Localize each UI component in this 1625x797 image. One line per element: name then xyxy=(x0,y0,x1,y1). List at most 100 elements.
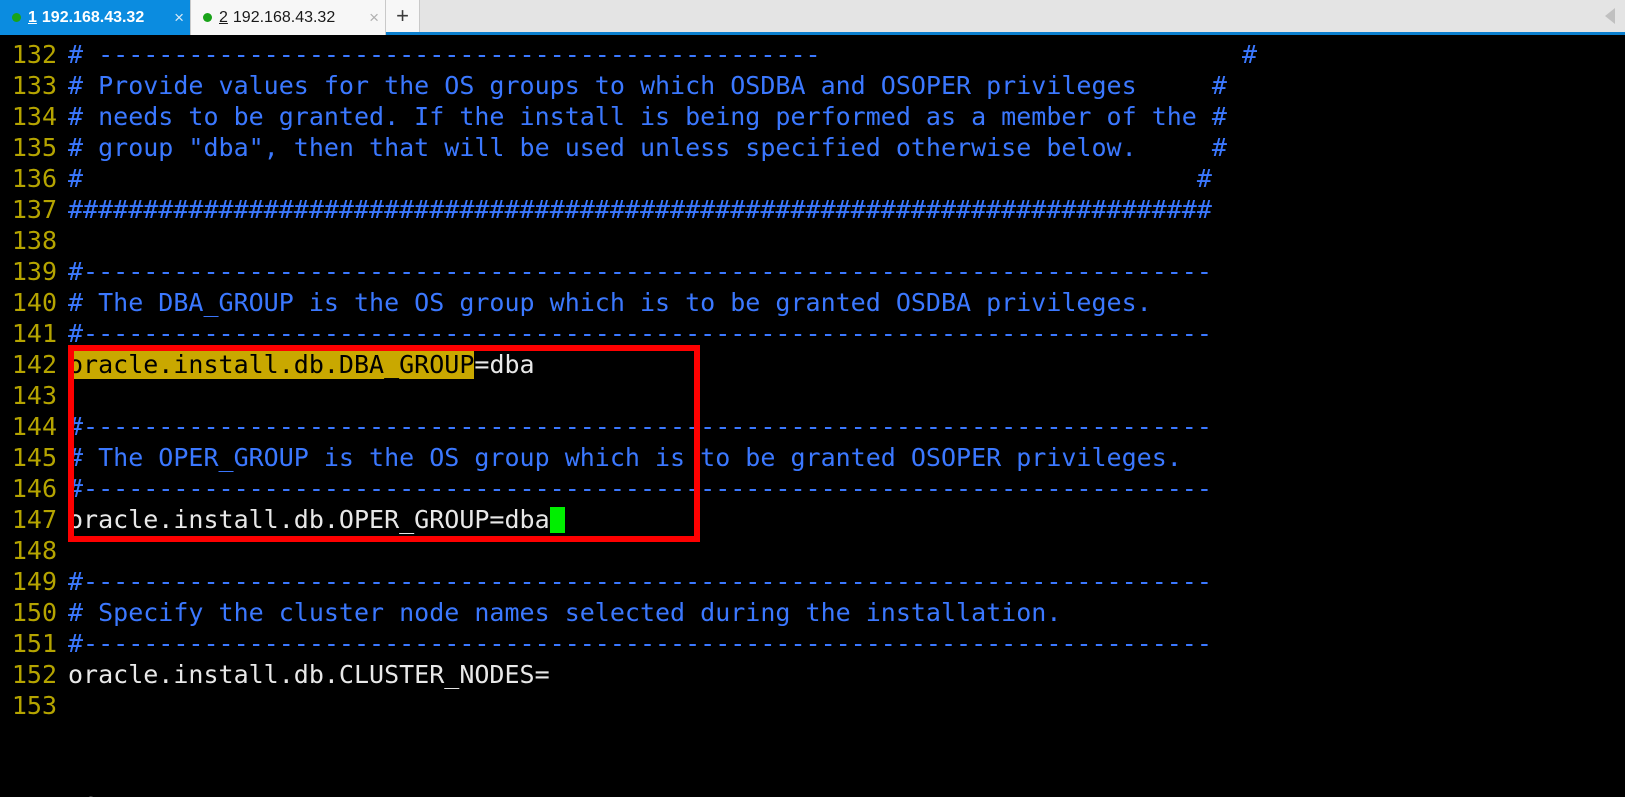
line-number: 153 xyxy=(11,691,57,720)
editor-line: 134 # needs to be granted. If the install… xyxy=(0,101,1625,132)
code-span: # # xyxy=(68,164,1212,193)
line-number: 151 xyxy=(11,629,57,658)
code-span: # --------------------------------------… xyxy=(68,40,1258,69)
editor-line: 139 #------------------------------------… xyxy=(0,256,1625,287)
tab-title-label: 192.168.43.32 xyxy=(232,8,336,26)
editor-line: 138 xyxy=(0,225,1625,256)
editor-line: 135 # group "dba", then that will be used… xyxy=(0,132,1625,163)
search-highlight: oracle.install.db.DBA_GROUP xyxy=(68,350,475,379)
tab-bar: 1 192.168.43.32 × 2 192.168.43.32 × + xyxy=(0,0,1625,35)
line-number: 137 xyxy=(11,195,57,224)
editor-line: 153 xyxy=(0,690,1625,721)
code-span: # Provide values for the OS groups to wh… xyxy=(68,71,1227,100)
line-content: #---------------------------------------… xyxy=(68,412,1212,441)
line-content: #---------------------------------------… xyxy=(68,567,1212,596)
line-content: #---------------------------------------… xyxy=(68,474,1212,503)
line-number: 132 xyxy=(11,40,57,69)
line-content: # # xyxy=(68,164,1212,193)
line-number: 133 xyxy=(11,71,57,100)
tab-title-label: 192.168.43.32 xyxy=(41,8,145,26)
editor-line: 140 # The DBA_GROUP is the OS group which… xyxy=(0,287,1625,318)
code-span: # The OPER_GROUP is the OS group which i… xyxy=(68,443,1182,472)
line-content: oracle.install.db.DBA_GROUP=dba xyxy=(68,350,535,379)
tab-2[interactable]: 2 192.168.43.32 × xyxy=(190,0,386,35)
line-content: #---------------------------------------… xyxy=(68,319,1212,348)
line-number: 139 xyxy=(11,257,57,286)
editor-line: 152 oracle.install.db.CLUSTER_NODES= xyxy=(0,659,1625,690)
connected-dot-icon xyxy=(203,13,212,22)
vim-mode-indicator: -- INSERT -- xyxy=(8,791,189,797)
line-number: 138 xyxy=(11,226,57,255)
text-cursor xyxy=(549,507,565,533)
code-span: oracle.install.db.CLUSTER_NODES= xyxy=(68,660,550,689)
line-number: 146 xyxy=(11,474,57,503)
editor-line: 143 xyxy=(0,380,1625,411)
line-number: 143 xyxy=(11,381,57,410)
line-number: 149 xyxy=(11,567,57,596)
line-content: #---------------------------------------… xyxy=(68,629,1212,658)
editor-line: 146 #------------------------------------… xyxy=(0,473,1625,504)
editor-line: 144 #------------------------------------… xyxy=(0,411,1625,442)
line-number: 150 xyxy=(11,598,57,627)
code-span: # Specify the cluster node names selecte… xyxy=(68,598,1062,627)
line-content: # Provide values for the OS groups to wh… xyxy=(68,71,1227,100)
editor-line: 150 # Specify the cluster node names sele… xyxy=(0,597,1625,628)
line-content: oracle.install.db.OPER_GROUP=dba xyxy=(68,505,565,534)
new-tab-button[interactable]: + xyxy=(386,0,420,32)
code-span: # group "dba", then that will be used un… xyxy=(68,133,1227,162)
editor-line: 132 # -----------------------------------… xyxy=(0,39,1625,70)
vim-status-line: -- INSERT -- 147,33 33% xyxy=(0,760,1625,797)
code-span: =dba xyxy=(474,350,535,379)
line-content: # The OPER_GROUP is the OS group which i… xyxy=(68,443,1182,472)
close-icon[interactable]: × xyxy=(164,9,184,26)
tab-index-label: 1 xyxy=(28,8,37,26)
connected-dot-icon xyxy=(12,13,21,22)
line-number: 148 xyxy=(11,536,57,565)
line-content: # needs to be granted. If the install is… xyxy=(68,102,1227,131)
editor-line: 151 #------------------------------------… xyxy=(0,628,1625,659)
line-number: 145 xyxy=(11,443,57,472)
line-number: 140 xyxy=(11,288,57,317)
code-span: #---------------------------------------… xyxy=(68,257,1212,286)
line-content: # Specify the cluster node names selecte… xyxy=(68,598,1061,627)
editor-line: 141 #------------------------------------… xyxy=(0,318,1625,349)
code-span: ########################################… xyxy=(68,195,1212,224)
tab-scroll-left-button[interactable] xyxy=(1595,0,1625,32)
line-number: 147 xyxy=(11,505,57,534)
code-span: #---------------------------------------… xyxy=(68,567,1212,596)
editor-line: 147 oracle.install.db.OPER_GROUP=dba xyxy=(0,504,1625,535)
tab-1[interactable]: 1 192.168.43.32 × xyxy=(0,0,190,35)
editor-line: 142 oracle.install.db.DBA_GROUP=dba xyxy=(0,349,1625,380)
line-number: 135 xyxy=(11,133,57,162)
code-span: oracle.install.db.OPER_GROUP=dba xyxy=(68,505,550,534)
editor-line: 133 # Provide values for the OS groups to… xyxy=(0,70,1625,101)
editor-line: 148 xyxy=(0,535,1625,566)
line-content: oracle.install.db.CLUSTER_NODES= xyxy=(68,660,550,689)
terminal-vim-editor[interactable]: 132 # -----------------------------------… xyxy=(0,35,1625,797)
line-content: ########################################… xyxy=(68,195,1212,224)
code-span: #---------------------------------------… xyxy=(68,412,1212,441)
line-number: 144 xyxy=(11,412,57,441)
line-number: 141 xyxy=(11,319,57,348)
close-icon[interactable]: × xyxy=(359,9,379,26)
editor-line: 145 # The OPER_GROUP is the OS group whic… xyxy=(0,442,1625,473)
code-span: # needs to be granted. If the install is… xyxy=(68,102,1227,131)
editor-line-list: 132 # -----------------------------------… xyxy=(0,39,1625,721)
line-number: 136 xyxy=(11,164,57,193)
editor-line: 149 #------------------------------------… xyxy=(0,566,1625,597)
code-span: #---------------------------------------… xyxy=(68,319,1212,348)
line-number: 152 xyxy=(11,660,57,689)
code-span: #---------------------------------------… xyxy=(68,629,1212,658)
code-span: #---------------------------------------… xyxy=(68,474,1212,503)
line-content: # group "dba", then that will be used un… xyxy=(68,133,1227,162)
tab-index-label: 2 xyxy=(219,8,228,26)
code-span: # The DBA_GROUP is the OS group which is… xyxy=(68,288,1152,317)
tab-bar-empty-area xyxy=(420,0,1595,32)
editor-line: 137 #####################################… xyxy=(0,194,1625,225)
line-content: # The DBA_GROUP is the OS group which is… xyxy=(68,288,1152,317)
editor-line: 136 # # xyxy=(0,163,1625,194)
line-content: #---------------------------------------… xyxy=(68,257,1212,286)
line-number: 134 xyxy=(11,102,57,131)
line-number: 142 xyxy=(11,350,57,379)
triangle-left-icon xyxy=(1605,8,1615,24)
